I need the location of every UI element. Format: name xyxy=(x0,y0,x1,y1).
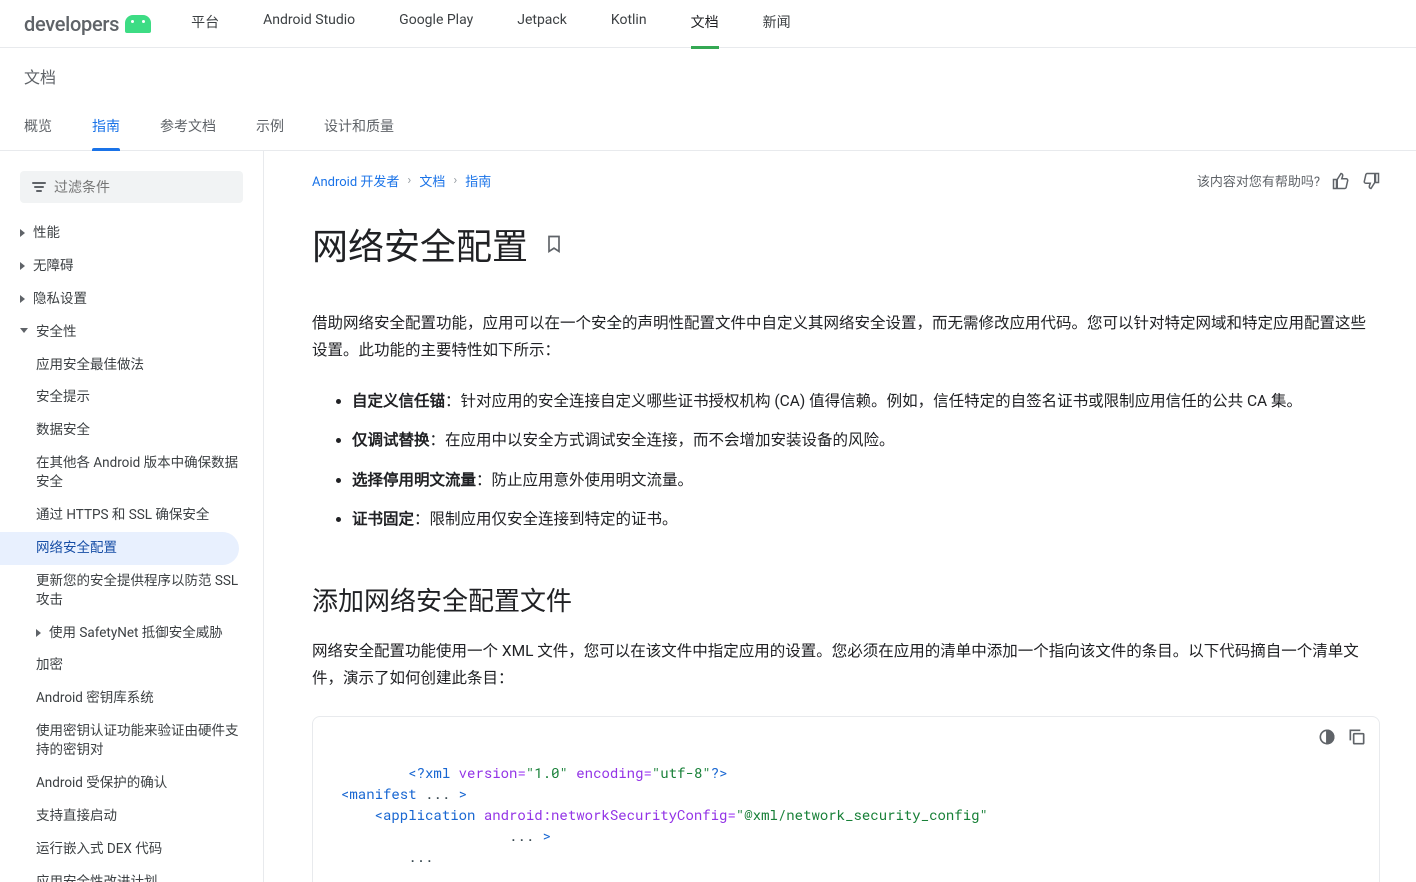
subnav-design[interactable]: 设计和质量 xyxy=(324,116,394,150)
chevron-right-icon: › xyxy=(453,173,457,188)
subnav-samples[interactable]: 示例 xyxy=(256,116,284,150)
crumb-guides[interactable]: 指南 xyxy=(465,171,491,190)
copy-icon[interactable] xyxy=(1347,727,1367,747)
helpful-prompt: 该内容对您有帮助吗? xyxy=(1197,171,1380,190)
secondbar: 文档 概览 指南 参考文档 示例 设计和质量 xyxy=(0,48,1416,151)
thumb-down-icon[interactable] xyxy=(1362,172,1380,190)
feature-item-cleartext: 选择停用明文流量：防止应用意外使用明文流量。 xyxy=(352,467,1380,494)
topnav-docs[interactable]: 文档 xyxy=(691,0,719,49)
sidebar-item-https-ssl[interactable]: 通过 HTTPS 和 SSL 确保安全 xyxy=(0,499,263,532)
feature-item-trust-anchors: 自定义信任锚：针对应用的安全连接自定义哪些证书授权机构 (CA) 值得信赖。例如… xyxy=(352,388,1380,415)
subnav-guides[interactable]: 指南 xyxy=(92,116,120,150)
sidebar-item-encryption[interactable]: 加密 xyxy=(0,649,263,682)
sidebar-item-direct-boot[interactable]: 支持直接启动 xyxy=(0,800,263,833)
crumb-docs[interactable]: 文档 xyxy=(419,171,445,190)
subnav-reference[interactable]: 参考文档 xyxy=(160,116,216,150)
feature-list: 自定义信任锚：针对应用的安全连接自定义哪些证书授权机构 (CA) 值得信赖。例如… xyxy=(312,388,1380,533)
logo-text: developers xyxy=(24,12,119,36)
sidebar-item-keystore[interactable]: Android 密钥库系统 xyxy=(0,682,263,715)
sidebar-item-data-other-versions[interactable]: 在其他各 Android 版本中确保数据安全 xyxy=(0,447,263,499)
topnav-items: 平台 Android Studio Google Play Jetpack Ko… xyxy=(191,0,790,49)
filter-input[interactable] xyxy=(54,179,235,195)
content[interactable]: Android 开发者 › 文档 › 指南 该内容对您有帮助吗? 网络安全配置 … xyxy=(264,151,1416,882)
filter-box[interactable] xyxy=(20,171,243,203)
sidebar-item-protected-confirmation[interactable]: Android 受保护的确认 xyxy=(0,767,263,800)
topnav-kotlin[interactable]: Kotlin xyxy=(611,0,647,49)
page-title-row: 网络安全配置 xyxy=(312,218,1380,270)
topnav-jetpack[interactable]: Jetpack xyxy=(517,0,567,49)
thumb-up-icon[interactable] xyxy=(1332,172,1350,190)
topnav-android-studio[interactable]: Android Studio xyxy=(263,0,355,49)
filter-icon xyxy=(32,182,46,192)
sidebar[interactable]: 性能 无障碍 隐私设置 安全性 应用安全最佳做法 安全提示 数据安全 在其他各 … xyxy=(0,151,264,882)
sidebar-item-key-attestation[interactable]: 使用密钥认证功能来验证由硬件支持的密钥对 xyxy=(0,715,263,767)
sidebar-item-app-security-best[interactable]: 应用安全最佳做法 xyxy=(0,349,263,382)
sidebar-item-network-security-config[interactable]: 网络安全配置 xyxy=(0,532,239,565)
topnav-google-play[interactable]: Google Play xyxy=(399,0,473,49)
subnav-overview[interactable]: 概览 xyxy=(24,116,52,150)
topnav-platform[interactable]: 平台 xyxy=(191,0,219,49)
theme-toggle-icon[interactable] xyxy=(1317,727,1337,747)
sidebar-item-performance[interactable]: 性能 xyxy=(0,217,263,250)
chevron-right-icon xyxy=(20,262,25,270)
crumb-android-dev[interactable]: Android 开发者 xyxy=(312,171,399,190)
crumb-row: Android 开发者 › 文档 › 指南 该内容对您有帮助吗? xyxy=(312,171,1380,190)
android-robot-icon xyxy=(125,15,151,33)
layout: 性能 无障碍 隐私设置 安全性 应用安全最佳做法 安全提示 数据安全 在其他各 … xyxy=(0,151,1416,882)
topnav-news[interactable]: 新闻 xyxy=(763,0,791,49)
intro-paragraph: 借助网络安全配置功能，应用可以在一个安全的声明性配置文件中自定义其网络安全设置，… xyxy=(312,310,1380,364)
code-tools xyxy=(1317,727,1367,747)
sidebar-item-data-safe[interactable]: 数据安全 xyxy=(0,414,263,447)
sidebar-item-safetynet[interactable]: 使用 SafetyNet 抵御安全威胁 xyxy=(0,617,263,650)
page-title: 网络安全配置 xyxy=(312,218,528,270)
feature-item-debug-override: 仅调试替换：在应用中以安全方式调试安全连接，而不会增加安装设备的风险。 xyxy=(352,427,1380,454)
chevron-right-icon xyxy=(36,629,41,637)
section-heading-add-file: 添加网络安全配置文件 xyxy=(312,581,1380,618)
section-paragraph-add-file: 网络安全配置功能使用一个 XML 文件，您可以在该文件中指定应用的设置。您必须在… xyxy=(312,638,1380,692)
topnav: developers 平台 Android Studio Google Play… xyxy=(0,0,1416,48)
chevron-right-icon xyxy=(20,229,25,237)
sidebar-item-update-security-provider[interactable]: 更新您的安全提供程序以防范 SSL 攻击 xyxy=(0,565,263,617)
sidebar-item-embedded-dex[interactable]: 运行嵌入式 DEX 代码 xyxy=(0,833,263,866)
code-block[interactable]: <?xml version="1.0" encoding="utf-8"?> <… xyxy=(312,716,1380,882)
subnav: 概览 指南 参考文档 示例 设计和质量 xyxy=(24,116,1392,150)
logo[interactable]: developers xyxy=(24,12,151,36)
section-title: 文档 xyxy=(24,64,1392,88)
chevron-down-icon xyxy=(20,328,28,333)
helpful-text: 该内容对您有帮助吗? xyxy=(1197,171,1320,190)
content-card: Android 开发者 › 文档 › 指南 该内容对您有帮助吗? 网络安全配置 … xyxy=(312,171,1380,882)
sidebar-item-accessibility[interactable]: 无障碍 xyxy=(0,250,263,283)
bookmark-icon[interactable] xyxy=(544,232,564,256)
chevron-right-icon xyxy=(20,295,25,303)
breadcrumb: Android 开发者 › 文档 › 指南 xyxy=(312,171,491,190)
feature-item-cert-pinning: 证书固定：限制应用仅安全连接到特定的证书。 xyxy=(352,506,1380,533)
sidebar-item-security-tips[interactable]: 安全提示 xyxy=(0,381,263,414)
chevron-right-icon: › xyxy=(407,173,411,188)
sidebar-item-security[interactable]: 安全性 xyxy=(0,316,263,349)
sidebar-item-privacy[interactable]: 隐私设置 xyxy=(0,283,263,316)
